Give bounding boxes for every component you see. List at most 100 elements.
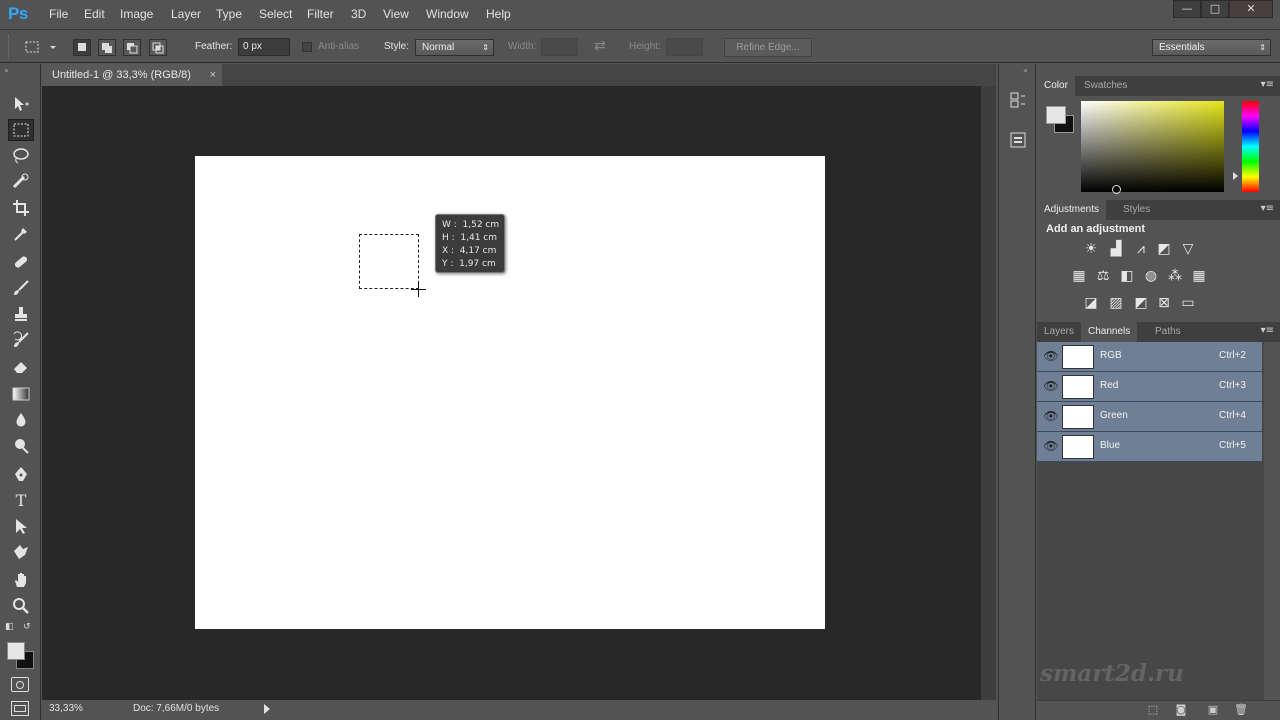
menu-type[interactable]: Type (216, 7, 242, 21)
save-selection-channel-icon[interactable]: ◙ (1173, 703, 1189, 717)
intersect-selection-icon[interactable] (149, 39, 167, 56)
eye-icon[interactable]: 👁 (1043, 349, 1059, 363)
crop-tool-icon[interactable] (8, 197, 34, 219)
brightness-contrast-icon[interactable]: ☀ (1082, 241, 1100, 257)
panel-menu-icon[interactable]: ▾≡ (1261, 203, 1274, 214)
zoom-tool-icon[interactable] (8, 595, 34, 617)
eraser-tool-icon[interactable] (8, 355, 34, 377)
load-channel-selection-icon[interactable]: ⬚ (1145, 703, 1161, 717)
menu-filter[interactable]: Filter (307, 7, 334, 21)
eye-icon[interactable]: 👁 (1043, 439, 1059, 453)
hue-saturation-icon[interactable]: ▦ (1070, 268, 1088, 284)
selective-color-icon[interactable]: ⊠ (1155, 295, 1173, 311)
menu-help[interactable]: Help (486, 7, 511, 21)
swap-width-height-icon[interactable]: ⇄ (594, 38, 606, 54)
channel-row-rgb[interactable]: 👁 RGB Ctrl+2 (1037, 342, 1262, 372)
gradient-map-icon[interactable]: ▭ (1179, 295, 1197, 311)
vertical-scrollbar[interactable] (981, 86, 996, 700)
swap-colors-icon[interactable]: ↺ (23, 622, 31, 632)
menu-window[interactable]: Window (426, 7, 469, 21)
lasso-tool-icon[interactable] (8, 145, 34, 167)
pen-tool-icon[interactable] (8, 463, 34, 485)
marquee-selection[interactable] (359, 234, 419, 289)
move-tool-icon[interactable] (8, 93, 34, 115)
threshold-icon[interactable]: ◩ (1132, 295, 1150, 311)
delete-channel-icon[interactable]: 🗑 (1233, 703, 1249, 717)
eye-icon[interactable]: 👁 (1043, 379, 1059, 393)
panel-menu-icon[interactable]: ▾≡ (1261, 325, 1274, 336)
menu-select[interactable]: Select (259, 7, 292, 21)
tab-paths[interactable]: Paths (1148, 322, 1188, 342)
options-bar-grip[interactable] (8, 35, 12, 59)
curves-icon[interactable]: ⩘ (1132, 241, 1150, 257)
panel-foreground-swatch[interactable] (1046, 106, 1066, 124)
tab-swatches[interactable]: Swatches (1077, 76, 1134, 96)
maximize-button[interactable]: □ (1201, 0, 1229, 18)
document-workspace[interactable]: W : 1,52 cm H : 1,41 cm X : 4,17 cm Y : … (42, 86, 981, 700)
refine-edge-button[interactable]: Refine Edge... (724, 38, 812, 57)
tab-adjustments[interactable]: Adjustments (1037, 200, 1107, 220)
eyedropper-tool-icon[interactable] (8, 223, 34, 245)
menu-view[interactable]: View (383, 7, 409, 21)
color-lookup-icon[interactable]: ▦ (1190, 268, 1208, 284)
color-picker-handle[interactable] (1112, 185, 1121, 194)
workspace-select[interactable]: Essentials ⇕ (1152, 39, 1271, 56)
anti-alias-checkbox[interactable] (302, 42, 312, 52)
invert-icon[interactable]: ◪ (1082, 295, 1100, 311)
exposure-icon[interactable]: ◩ (1155, 241, 1173, 257)
channel-row-green[interactable]: 👁 Green Ctrl+4 (1037, 402, 1262, 432)
rectangular-marquee-tool-icon[interactable] (8, 119, 34, 141)
menu-image[interactable]: Image (120, 7, 153, 21)
zoom-level[interactable]: 33,33% (49, 703, 83, 714)
minimize-button[interactable]: — (1173, 0, 1201, 18)
foreground-color-swatch[interactable] (7, 642, 25, 660)
posterize-icon[interactable]: ▨ (1107, 295, 1125, 311)
menu-layer[interactable]: Layer (171, 7, 201, 21)
width-input[interactable] (541, 38, 578, 56)
menu-file[interactable]: File (49, 7, 68, 21)
channel-row-blue[interactable]: 👁 Blue Ctrl+5 (1037, 432, 1262, 462)
hand-tool-icon[interactable] (8, 569, 34, 591)
status-menu-arrow-icon[interactable] (264, 704, 270, 714)
close-document-icon[interactable]: × (210, 64, 216, 86)
channel-mixer-icon[interactable]: ⁂ (1166, 268, 1184, 284)
color-balance-icon[interactable]: ⚖ (1094, 268, 1112, 284)
quick-mask-icon[interactable] (11, 677, 29, 692)
style-select[interactable]: Normal ⇕ (415, 39, 494, 56)
clone-stamp-tool-icon[interactable] (8, 303, 34, 325)
collapse-panel-icon[interactable]: » (4, 66, 9, 75)
add-to-selection-icon[interactable] (98, 39, 116, 56)
tab-channels[interactable]: Channels (1081, 322, 1138, 342)
document-tab[interactable]: Untitled-1 @ 33,3% (RGB/8) × (42, 64, 222, 86)
shape-tool-icon[interactable] (8, 541, 34, 563)
black-white-icon[interactable]: ◧ (1118, 268, 1136, 284)
dodge-tool-icon[interactable] (8, 435, 34, 457)
gradient-tool-icon[interactable] (8, 383, 34, 405)
screen-mode-icon[interactable] (11, 701, 29, 716)
brush-tool-icon[interactable] (8, 277, 34, 299)
channels-scrollbar[interactable] (1264, 342, 1280, 700)
height-input[interactable] (666, 38, 703, 56)
hue-slider[interactable] (1242, 101, 1259, 192)
photo-filter-icon[interactable]: ◍ (1142, 268, 1160, 284)
feather-input[interactable]: 0 px (238, 38, 290, 56)
tab-layers[interactable]: Layers (1037, 322, 1081, 342)
expand-dock-icon[interactable]: « (1023, 66, 1028, 75)
tab-color[interactable]: Color (1037, 76, 1075, 96)
type-tool-icon[interactable]: T (8, 489, 34, 511)
hue-slider-handle-icon[interactable] (1233, 172, 1238, 180)
channel-row-red[interactable]: 👁 Red Ctrl+3 (1037, 372, 1262, 402)
blur-tool-icon[interactable] (8, 409, 34, 431)
subtract-from-selection-icon[interactable] (123, 39, 141, 56)
vibrance-icon[interactable]: ▽ (1179, 241, 1197, 257)
menu-edit[interactable]: Edit (84, 7, 105, 21)
path-selection-tool-icon[interactable] (8, 515, 34, 537)
eye-icon[interactable]: 👁 (1043, 409, 1059, 423)
tab-styles[interactable]: Styles (1116, 200, 1157, 220)
properties-panel-icon[interactable] (1007, 130, 1029, 152)
levels-icon[interactable]: ▟ (1107, 241, 1125, 257)
new-selection-icon[interactable] (73, 39, 91, 56)
history-brush-tool-icon[interactable] (8, 329, 34, 351)
panel-menu-icon[interactable]: ▾≡ (1261, 79, 1274, 90)
new-channel-icon[interactable]: ▣ (1205, 703, 1221, 717)
